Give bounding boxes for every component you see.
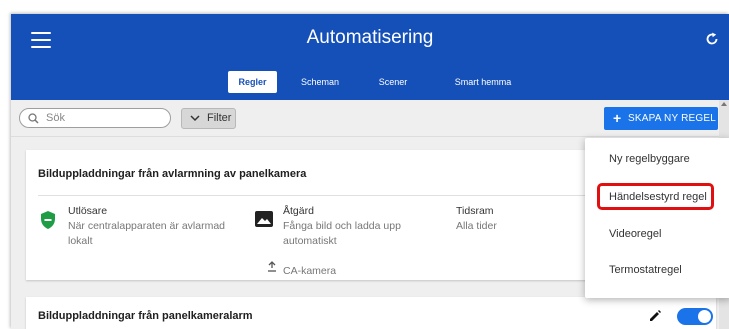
shield-check-icon	[40, 210, 56, 235]
chevron-down-icon	[190, 115, 200, 122]
tab-scener[interactable]: Scener	[372, 71, 414, 93]
tab-smart-hemma[interactable]: Smart hemma	[447, 71, 519, 93]
tab-bar: Regler Scheman Scener Smart hemma	[11, 71, 729, 95]
timeframe-value: Alla tider	[456, 220, 497, 232]
tab-scheman[interactable]: Scheman	[293, 71, 347, 93]
rule-title: Bilduppladdningar från panelkameralarm	[38, 310, 253, 322]
search-input[interactable]: Sök	[19, 108, 171, 128]
refresh-icon[interactable]	[705, 32, 719, 46]
toggle-knob	[698, 310, 711, 323]
timeframe-heading: Tidsram	[456, 205, 494, 217]
action-description: Fånga bild och ladda upp automatiskt	[283, 220, 401, 247]
edit-pencil-icon[interactable]	[648, 309, 662, 323]
plus-icon: +	[613, 110, 622, 126]
create-rule-label: SKAPA NY REGEL	[628, 113, 717, 124]
highlight-outline	[597, 183, 714, 210]
upload-icon	[267, 259, 277, 277]
image-icon	[254, 210, 274, 233]
search-icon	[28, 113, 39, 124]
menu-item-video-rule[interactable]: Videoregel	[585, 222, 729, 246]
filter-label: Filter	[207, 112, 232, 124]
trigger-heading: Utlösare	[68, 205, 108, 217]
rule-title: Bilduppladdningar från avlarmning av pan…	[38, 168, 307, 180]
search-placeholder: Sök	[46, 112, 65, 124]
menu-item-new-rule-builder[interactable]: Ny regelbyggare	[585, 147, 729, 171]
menu-item-thermostat-rule[interactable]: Termostatregel	[585, 258, 729, 282]
action-heading: Åtgärd	[283, 205, 314, 217]
filter-button[interactable]: Filter	[181, 108, 236, 129]
rule-card: Bilduppladdningar från panelkameralarm	[26, 297, 716, 329]
create-rule-menu: Ny regelbyggare Händelsestyrd regel Vide…	[585, 138, 729, 298]
page-title: Automatisering	[306, 27, 434, 48]
action-device: CA-kamera	[283, 265, 337, 277]
top-header: Automatisering Regler Scheman Scener Sma…	[11, 14, 729, 100]
rule-enabled-toggle[interactable]	[677, 308, 713, 325]
scroll-up-arrow-icon[interactable]	[721, 102, 727, 106]
tab-regler[interactable]: Regler	[228, 71, 277, 93]
trigger-description: När centralapparaten är avlarmad lokalt	[68, 220, 225, 247]
create-new-rule-button[interactable]: + SKAPA NY REGEL	[604, 107, 718, 130]
